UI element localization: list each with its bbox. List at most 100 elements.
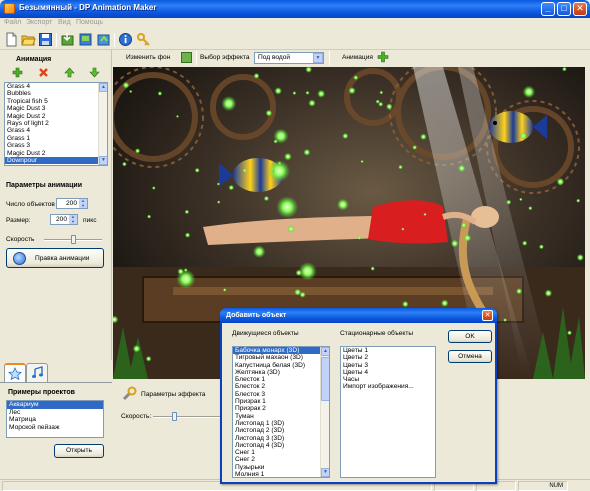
moving-object-item[interactable]: Молния 1: [233, 471, 320, 477]
menu-export[interactable]: Экспорт: [26, 19, 52, 26]
magic-dust-particle: [265, 109, 273, 117]
magic-dust-particle: [263, 195, 270, 202]
moving-object-item[interactable]: Снег 1: [233, 449, 320, 456]
new-file-icon[interactable]: [4, 32, 19, 47]
moving-object-item[interactable]: Призрак 1: [233, 398, 320, 405]
menu-view[interactable]: Вид: [58, 19, 71, 26]
scroll-up-arrow[interactable]: ▲: [321, 347, 329, 356]
moving-object-item[interactable]: Листопад 1 (3D): [233, 420, 320, 427]
scroll-up-arrow[interactable]: ▲: [99, 83, 107, 92]
size-spinner-arrows[interactable]: ▲ ▼: [69, 214, 77, 224]
info-icon[interactable]: [118, 32, 133, 47]
magic-dust-particle: [274, 87, 282, 95]
effect-speed-thumb[interactable]: [171, 412, 177, 421]
open-folder-icon[interactable]: [21, 32, 36, 47]
magic-dust-particle: [242, 168, 247, 173]
menu-file[interactable]: Файл: [4, 19, 21, 26]
scroll-down-arrow[interactable]: ▼: [321, 468, 329, 477]
open-button[interactable]: Открыть: [54, 444, 104, 458]
move-up-icon[interactable]: [64, 67, 75, 78]
magic-dust-particle: [360, 159, 364, 164]
size-value: 200: [55, 216, 67, 223]
add-icon[interactable]: [12, 67, 23, 78]
size-spinner[interactable]: 200 ▲ ▼: [50, 214, 78, 225]
share-icon[interactable]: [96, 32, 111, 47]
moving-object-item[interactable]: Листопад 4 (3D): [233, 442, 320, 449]
animation-list-item[interactable]: Grass 4: [5, 127, 98, 134]
magic-dust-particle: [176, 114, 179, 118]
animation-list-item[interactable]: Downpour: [5, 156, 98, 165]
import-icon[interactable]: [60, 32, 75, 47]
magic-dust-particle: [440, 299, 449, 307]
moving-object-item[interactable]: Капустница белая (3D): [233, 362, 320, 369]
moving-object-item[interactable]: Листопад 3 (3D): [233, 435, 320, 442]
count-spinner[interactable]: 200 ▲ ▼: [56, 198, 88, 209]
project-list-item[interactable]: Матрица: [7, 416, 103, 424]
animation-list-item[interactable]: Grass 3: [5, 142, 98, 149]
static-objects-list[interactable]: Цветы 1 Цветы 2 Цветы 3 Цветы 4 Часы Импорт и…: [340, 346, 436, 478]
add-animation-icon[interactable]: [377, 51, 389, 65]
cancel-button[interactable]: Отмена: [448, 350, 492, 363]
animation-list-item[interactable]: Magic Dust 2: [5, 150, 98, 157]
dialog-title: Добавить объект: [220, 308, 497, 323]
chevron-down-icon[interactable]: ▼: [313, 53, 323, 63]
animation-list-item[interactable]: Rays of light 2: [5, 120, 98, 127]
project-list-item[interactable]: Морской пейзаж: [7, 424, 103, 432]
animation-list-item[interactable]: Grass 4: [5, 83, 98, 90]
animation-list[interactable]: Grass 4 Bubbles Tropical fish 5 Magic Dust …: [4, 82, 108, 166]
moving-object-item[interactable]: Туман: [233, 413, 320, 420]
save-icon[interactable]: [38, 32, 53, 47]
close-button[interactable]: ✕: [573, 2, 587, 16]
change-bg-icon[interactable]: [181, 52, 192, 63]
minimize-button[interactable]: _: [541, 2, 555, 16]
delete-icon[interactable]: [38, 67, 49, 78]
moving-object-item[interactable]: Пузырьки: [233, 464, 320, 471]
scroll-thumb[interactable]: [321, 357, 329, 401]
magic-dust-particle: [506, 199, 512, 205]
moving-object-item[interactable]: Листопад 2 (3D): [233, 427, 320, 434]
magic-dust-particle: [129, 89, 133, 94]
moving-object-item[interactable]: Блесток 2: [233, 383, 320, 390]
moving-object-item[interactable]: Снег 2: [233, 456, 320, 463]
moving-objects-list[interactable]: Бабочка монарх (3D) Тигровый махаон (3D) К…: [232, 346, 330, 478]
animation-list-item[interactable]: Magic Dust 2: [5, 113, 98, 120]
static-object-item[interactable]: Цветы 1: [341, 347, 435, 354]
animation-list-item[interactable]: Bubbles: [5, 90, 98, 97]
moving-object-item[interactable]: Блесток 3: [233, 391, 320, 398]
menu-help[interactable]: Помощь: [76, 19, 103, 26]
speed-slider-thumb[interactable]: [70, 235, 76, 244]
moving-object-item[interactable]: Призрак 2: [233, 405, 320, 412]
tab-music[interactable]: [26, 363, 48, 383]
key-icon[interactable]: [136, 32, 151, 47]
count-spinner-arrows[interactable]: ▲ ▼: [79, 198, 87, 208]
tab-examples[interactable]: [4, 363, 26, 383]
ok-button[interactable]: OK: [448, 330, 492, 343]
edit-animation-button[interactable]: Правка анимации: [6, 248, 104, 268]
dialog-close-button[interactable]: ✕: [482, 310, 493, 321]
projects-list[interactable]: Аквариум Лес Матрица Морской пейзаж: [6, 400, 104, 438]
moving-object-item[interactable]: Желтянка (3D): [233, 369, 320, 376]
static-object-item[interactable]: Цветы 4: [341, 369, 435, 376]
animation-list-item[interactable]: Tropical fish 5: [5, 98, 98, 105]
static-object-item[interactable]: Импорт изображения...: [341, 383, 435, 390]
magic-dust-particle: [268, 160, 290, 182]
moving-list-scrollbar[interactable]: ▲ ▼: [320, 347, 329, 477]
moving-object-item[interactable]: Блесток 1: [233, 376, 320, 383]
project-list-item[interactable]: Аквариум: [7, 401, 103, 409]
static-object-item[interactable]: Цветы 2: [341, 354, 435, 361]
animation-list-item[interactable]: Magic Dust 3: [5, 105, 98, 112]
static-object-item[interactable]: Цветы 3: [341, 362, 435, 369]
effect-speed-track[interactable]: [153, 416, 221, 418]
magic-dust-particle: [519, 197, 523, 202]
effect-select[interactable]: Под водой ▼: [254, 52, 324, 64]
moving-object-item[interactable]: Тигровый махаон (3D): [233, 354, 320, 361]
project-list-item[interactable]: Лес: [7, 409, 103, 417]
maximize-button[interactable]: □: [557, 2, 571, 16]
animation-list-scrollbar[interactable]: ▲ ▼: [98, 83, 107, 165]
star-icon: [8, 367, 22, 381]
export-icon[interactable]: [78, 32, 93, 47]
magic-dust-particle: [576, 253, 584, 262]
scroll-down-arrow[interactable]: ▼: [99, 156, 107, 165]
animation-list-item[interactable]: Grass 1: [5, 135, 98, 142]
move-down-icon[interactable]: [89, 67, 100, 78]
